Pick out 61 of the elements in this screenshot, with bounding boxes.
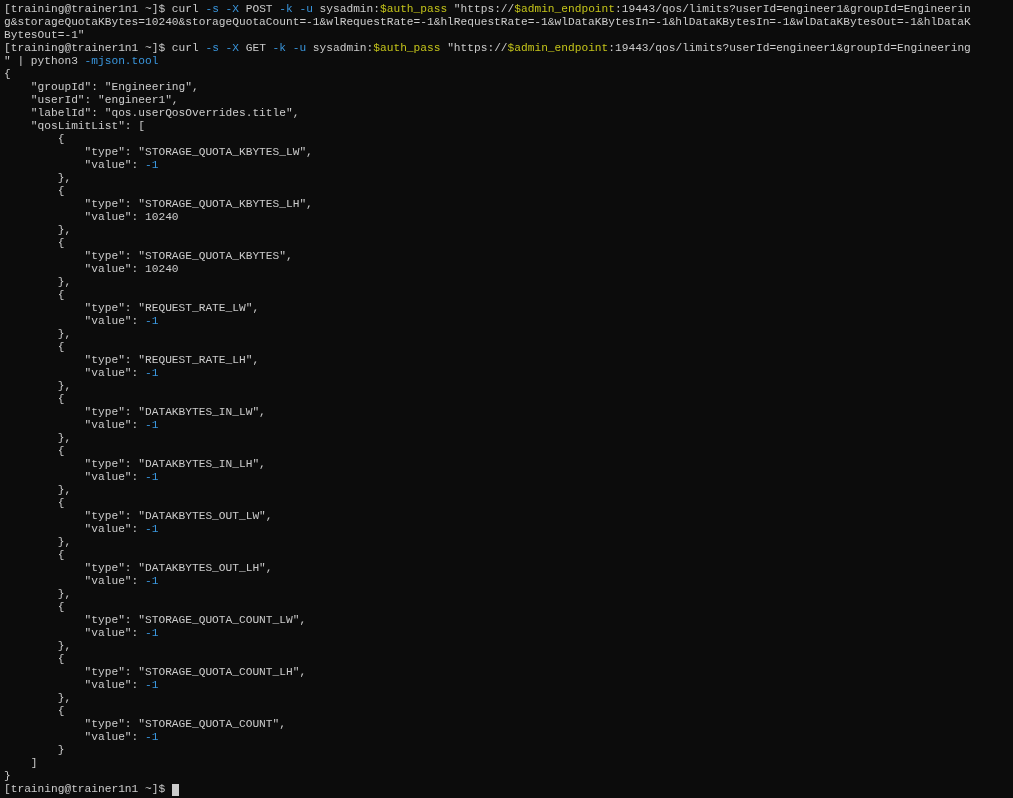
terminal-line: },	[56, 484, 72, 497]
terminal-line: "value": -1	[83, 575, 159, 588]
terminal-line: [training@trainer1n1 ~]$ curl -s -X POST -k -u sysadmin:$auth_pass "https://$admin_endpoint:19443/qos/limits?userId=engineer1&groupId=Engineerin	[4, 3, 971, 16]
terminal-line: "value": -1	[83, 471, 159, 484]
terminal-line: "type": "REQUEST_RATE_LW",	[83, 302, 260, 315]
terminal-line: {	[56, 289, 65, 302]
terminal-line: },	[56, 172, 72, 185]
terminal-line: "value": 10240	[83, 211, 179, 224]
terminal-line: {	[4, 68, 11, 81]
terminal-line: "userId": "engineer1",	[29, 94, 179, 107]
terminal-line: {	[56, 393, 65, 406]
terminal-line: "type": "STORAGE_QUOTA_KBYTES",	[83, 250, 293, 263]
terminal-line: },	[56, 328, 72, 341]
terminal-line: },	[56, 640, 72, 653]
terminal-line: [training@trainer1n1 ~]$	[4, 783, 167, 796]
terminal-line: {	[56, 705, 65, 718]
terminal-line: "type": "REQUEST_RATE_LH",	[83, 354, 260, 367]
terminal-line: "type": "STORAGE_QUOTA_COUNT",	[83, 718, 286, 731]
terminal-line: "value": 10240	[83, 263, 179, 276]
terminal-line: },	[56, 224, 72, 237]
terminal-line: {	[56, 341, 65, 354]
terminal-line: "type": "DATAKBYTES_IN_LW",	[83, 406, 266, 419]
terminal-line: "labelId": "qos.userQosOverrides.title",	[29, 107, 300, 120]
terminal-line: {	[56, 237, 65, 250]
terminal-line: "type": "STORAGE_QUOTA_KBYTES_LW",	[83, 146, 313, 159]
terminal-line: "type": "DATAKBYTES_OUT_LH",	[83, 562, 273, 575]
terminal-line: {	[56, 133, 65, 146]
terminal-line: "type": "DATAKBYTES_OUT_LW",	[83, 510, 273, 523]
terminal-line: "value": -1	[83, 367, 159, 380]
terminal-line: "value": -1	[83, 419, 159, 432]
terminal-line: g&storageQuotaKBytes=10240&storageQuotaCount=-1&wlRequestRate=-1&hlRequestRate=-1&wlDataKBytesIn=-1&hlDataKBytesIn=-1&wlDataKBytesOut=-1&hlDataK	[4, 16, 971, 29]
terminal-line: "type": "STORAGE_QUOTA_COUNT_LW",	[83, 614, 307, 627]
terminal-line: {	[56, 445, 65, 458]
terminal-line: "value": -1	[83, 315, 159, 328]
terminal-line: {	[56, 653, 65, 666]
terminal-line: },	[56, 692, 72, 705]
terminal-line: {	[56, 185, 65, 198]
terminal-line: },	[56, 380, 72, 393]
terminal-line: "value": -1	[83, 159, 159, 172]
terminal-line: },	[56, 276, 72, 289]
terminal-line: "value": -1	[83, 731, 159, 744]
terminal-line: "value": -1	[83, 523, 159, 536]
terminal-line: },	[56, 536, 72, 549]
terminal-line: "groupId": "Engineering",	[29, 81, 199, 94]
terminal-line: {	[56, 601, 65, 614]
terminal-line: },	[56, 432, 72, 445]
terminal-line: [training@trainer1n1 ~]$ curl -s -X GET -k -u sysadmin:$auth_pass "https://$admin_endpoint:19443/qos/limits?userId=engineer1&groupId=Engineering	[4, 42, 971, 55]
terminal-line: " | python3 -mjson.tool	[4, 55, 159, 68]
terminal-line: "type": "STORAGE_QUOTA_KBYTES_LH",	[83, 198, 313, 211]
terminal-line: "value": -1	[83, 679, 159, 692]
terminal-line: ]	[29, 757, 38, 770]
terminal-line: }	[4, 770, 11, 783]
terminal-line: "qosLimitList": [	[29, 120, 145, 133]
terminal-line: "type": "STORAGE_QUOTA_COUNT_LH",	[83, 666, 307, 679]
terminal-line: BytesOut=-1"	[4, 29, 85, 42]
terminal-line: },	[56, 588, 72, 601]
terminal-line: {	[56, 497, 65, 510]
terminal-line: }	[56, 744, 65, 757]
terminal-line: {	[56, 549, 65, 562]
terminal-line: "type": "DATAKBYTES_IN_LH",	[83, 458, 266, 471]
terminal-line: "value": -1	[83, 627, 159, 640]
